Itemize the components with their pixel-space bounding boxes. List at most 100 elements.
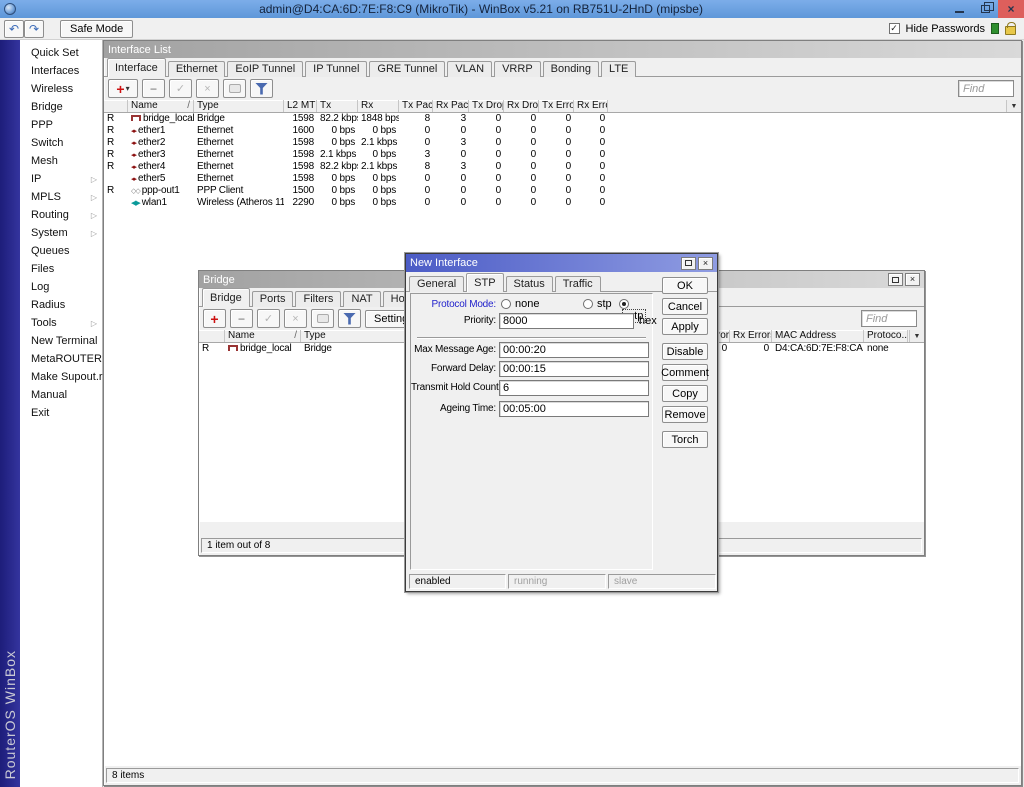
column-l2mtu[interactable]: L2 MTU [284, 100, 317, 112]
table-row[interactable]: R ◂▸ether2 Ethernet 1598 0 bps 2.1 kbps … [104, 137, 1021, 149]
close-button[interactable]: × [698, 257, 713, 270]
sidebar-item-files[interactable]: Files [20, 260, 102, 278]
redo-button[interactable]: ↷ [24, 20, 44, 38]
maximize-button[interactable] [681, 257, 696, 270]
radio-rstp[interactable] [619, 299, 629, 309]
close-button[interactable]: × [905, 273, 920, 286]
table-row[interactable]: ◂▸ether5 Ethernet 1598 0 bps 0 bps 0 0 0… [104, 173, 1021, 185]
table-row[interactable]: R ◂▸ether4 Ethernet 1598 82.2 kbps 2.1 k… [104, 161, 1021, 173]
sidebar-item-exit[interactable]: Exit [20, 404, 102, 422]
dialog-titlebar[interactable]: New Interface × [406, 254, 717, 272]
sidebar-item-log[interactable]: Log [20, 278, 102, 296]
comment-button[interactable] [223, 79, 246, 98]
protocol-stp-option[interactable]: stp [583, 298, 612, 310]
sidebar-item-switch[interactable]: Switch [20, 134, 102, 152]
remove-button[interactable]: − [230, 309, 253, 328]
column-rx-packet[interactable]: Rx Pac... [433, 100, 469, 112]
column-tx-packet[interactable]: Tx Pac... [399, 100, 433, 112]
sidebar-item-radius[interactable]: Radius [20, 296, 102, 314]
enable-button[interactable]: ✓ [257, 309, 280, 328]
sidebar-item-ppp[interactable]: PPP [20, 116, 102, 134]
table-row[interactable]: R ◂▸ether1 Ethernet 1600 0 bps 0 bps 0 0… [104, 125, 1021, 137]
sidebar-item-routing[interactable]: Routing▷ [20, 206, 102, 224]
sidebar-item-interfaces[interactable]: Interfaces [20, 62, 102, 80]
maximize-button[interactable] [888, 273, 903, 286]
tab-bonding[interactable]: Bonding [543, 61, 599, 77]
add-button[interactable]: +▾ [108, 79, 138, 98]
column-tx-drops[interactable]: Tx Drops [469, 100, 504, 112]
priority-input[interactable] [499, 313, 634, 329]
table-row[interactable]: R ◂▸ether3 Ethernet 1598 2.1 kbps 0 bps … [104, 149, 1021, 161]
column-flag[interactable] [104, 100, 128, 112]
undo-button[interactable]: ↶ [4, 20, 24, 38]
column-rx-errors[interactable]: Rx Errors [574, 100, 608, 112]
max-message-age-input[interactable] [499, 342, 649, 358]
disable-button[interactable]: × [196, 79, 219, 98]
hide-passwords-checkbox[interactable]: ✓ [889, 23, 900, 34]
disable-button[interactable]: Disable [662, 343, 708, 360]
tab-stp[interactable]: STP [466, 273, 503, 292]
tab-gre-tunnel[interactable]: GRE Tunnel [369, 61, 445, 77]
table-row[interactable]: R bridge_local Bridge 1598 82.2 kbps 184… [104, 113, 1021, 125]
column-name[interactable]: Name/ [225, 330, 301, 342]
sidebar-item-tools[interactable]: Tools▷ [20, 314, 102, 332]
tab-vlan[interactable]: VLAN [447, 61, 492, 77]
comment-button[interactable]: Comment [662, 364, 708, 381]
find-input[interactable] [958, 80, 1014, 97]
close-button[interactable]: × [998, 0, 1024, 18]
ageing-time-input[interactable] [499, 401, 649, 417]
filter-button[interactable] [338, 309, 361, 328]
tab-ports[interactable]: Ports [252, 291, 294, 307]
tab-nat[interactable]: NAT [343, 291, 380, 307]
interface-list-titlebar[interactable]: Interface List [104, 41, 1021, 58]
disable-button[interactable]: × [284, 309, 307, 328]
tab-vrrp[interactable]: VRRP [494, 61, 541, 77]
table-row[interactable]: ◀▶wlan1 Wireless (Atheros 11N) 2290 0 bp… [104, 197, 1021, 209]
tab-filters[interactable]: Filters [295, 291, 341, 307]
column-rx-drops[interactable]: Rx Drops [504, 100, 539, 112]
table-row[interactable]: R ◇◇ppp-out1 PPP Client 1500 0 bps 0 bps… [104, 185, 1021, 197]
column-flag[interactable] [199, 330, 225, 342]
transmit-hold-count-input[interactable] [499, 380, 649, 396]
column-rx-errors[interactable]: Rx Errors [730, 330, 772, 342]
apply-button[interactable]: Apply [662, 318, 708, 335]
column-selector-button[interactable]: ▼ [909, 330, 924, 342]
sidebar-item-mesh[interactable]: Mesh [20, 152, 102, 170]
column-protocol[interactable]: Protoco... [864, 330, 908, 342]
tab-interface[interactable]: Interface [107, 58, 166, 77]
enable-button[interactable]: ✓ [169, 79, 192, 98]
tab-ip-tunnel[interactable]: IP Tunnel [305, 61, 367, 77]
sidebar-item-metarouter[interactable]: MetaROUTER [20, 350, 102, 368]
column-tx[interactable]: Tx [317, 100, 358, 112]
sidebar-item-new-terminal[interactable]: New Terminal [20, 332, 102, 350]
minimize-button[interactable] [946, 0, 972, 18]
remove-button[interactable]: Remove [662, 406, 708, 423]
forward-delay-input[interactable] [499, 361, 649, 377]
safe-mode-button[interactable]: Safe Mode [60, 20, 133, 38]
comment-button[interactable] [311, 309, 334, 328]
column-selector-button[interactable]: ▼ [1006, 100, 1021, 112]
restore-button[interactable] [972, 0, 998, 18]
ok-button[interactable]: OK [662, 277, 708, 294]
sidebar-item-quick-set[interactable]: Quick Set [20, 44, 102, 62]
radio-none[interactable] [501, 299, 511, 309]
column-name[interactable]: Name/ [128, 100, 194, 112]
protocol-none-option[interactable]: none [501, 298, 539, 310]
sidebar-item-ip[interactable]: IP▷ [20, 170, 102, 188]
column-type[interactable]: Type [194, 100, 284, 112]
sidebar-item-manual[interactable]: Manual [20, 386, 102, 404]
torch-button[interactable]: Torch [662, 431, 708, 448]
find-input[interactable] [861, 310, 917, 327]
column-rx[interactable]: Rx [358, 100, 399, 112]
sidebar-item-make-supout[interactable]: Make Supout.rif [20, 368, 102, 386]
sidebar-item-system[interactable]: System▷ [20, 224, 102, 242]
filter-button[interactable] [250, 79, 273, 98]
sidebar-item-queues[interactable]: Queues [20, 242, 102, 260]
add-button[interactable]: + [203, 309, 226, 328]
sidebar-item-bridge[interactable]: Bridge [20, 98, 102, 116]
remove-button[interactable]: − [142, 79, 165, 98]
radio-stp[interactable] [583, 299, 593, 309]
tab-general[interactable]: General [409, 276, 464, 292]
column-tx-errors[interactable]: Tx Errors [539, 100, 574, 112]
column-mac-address[interactable]: MAC Address [772, 330, 864, 342]
